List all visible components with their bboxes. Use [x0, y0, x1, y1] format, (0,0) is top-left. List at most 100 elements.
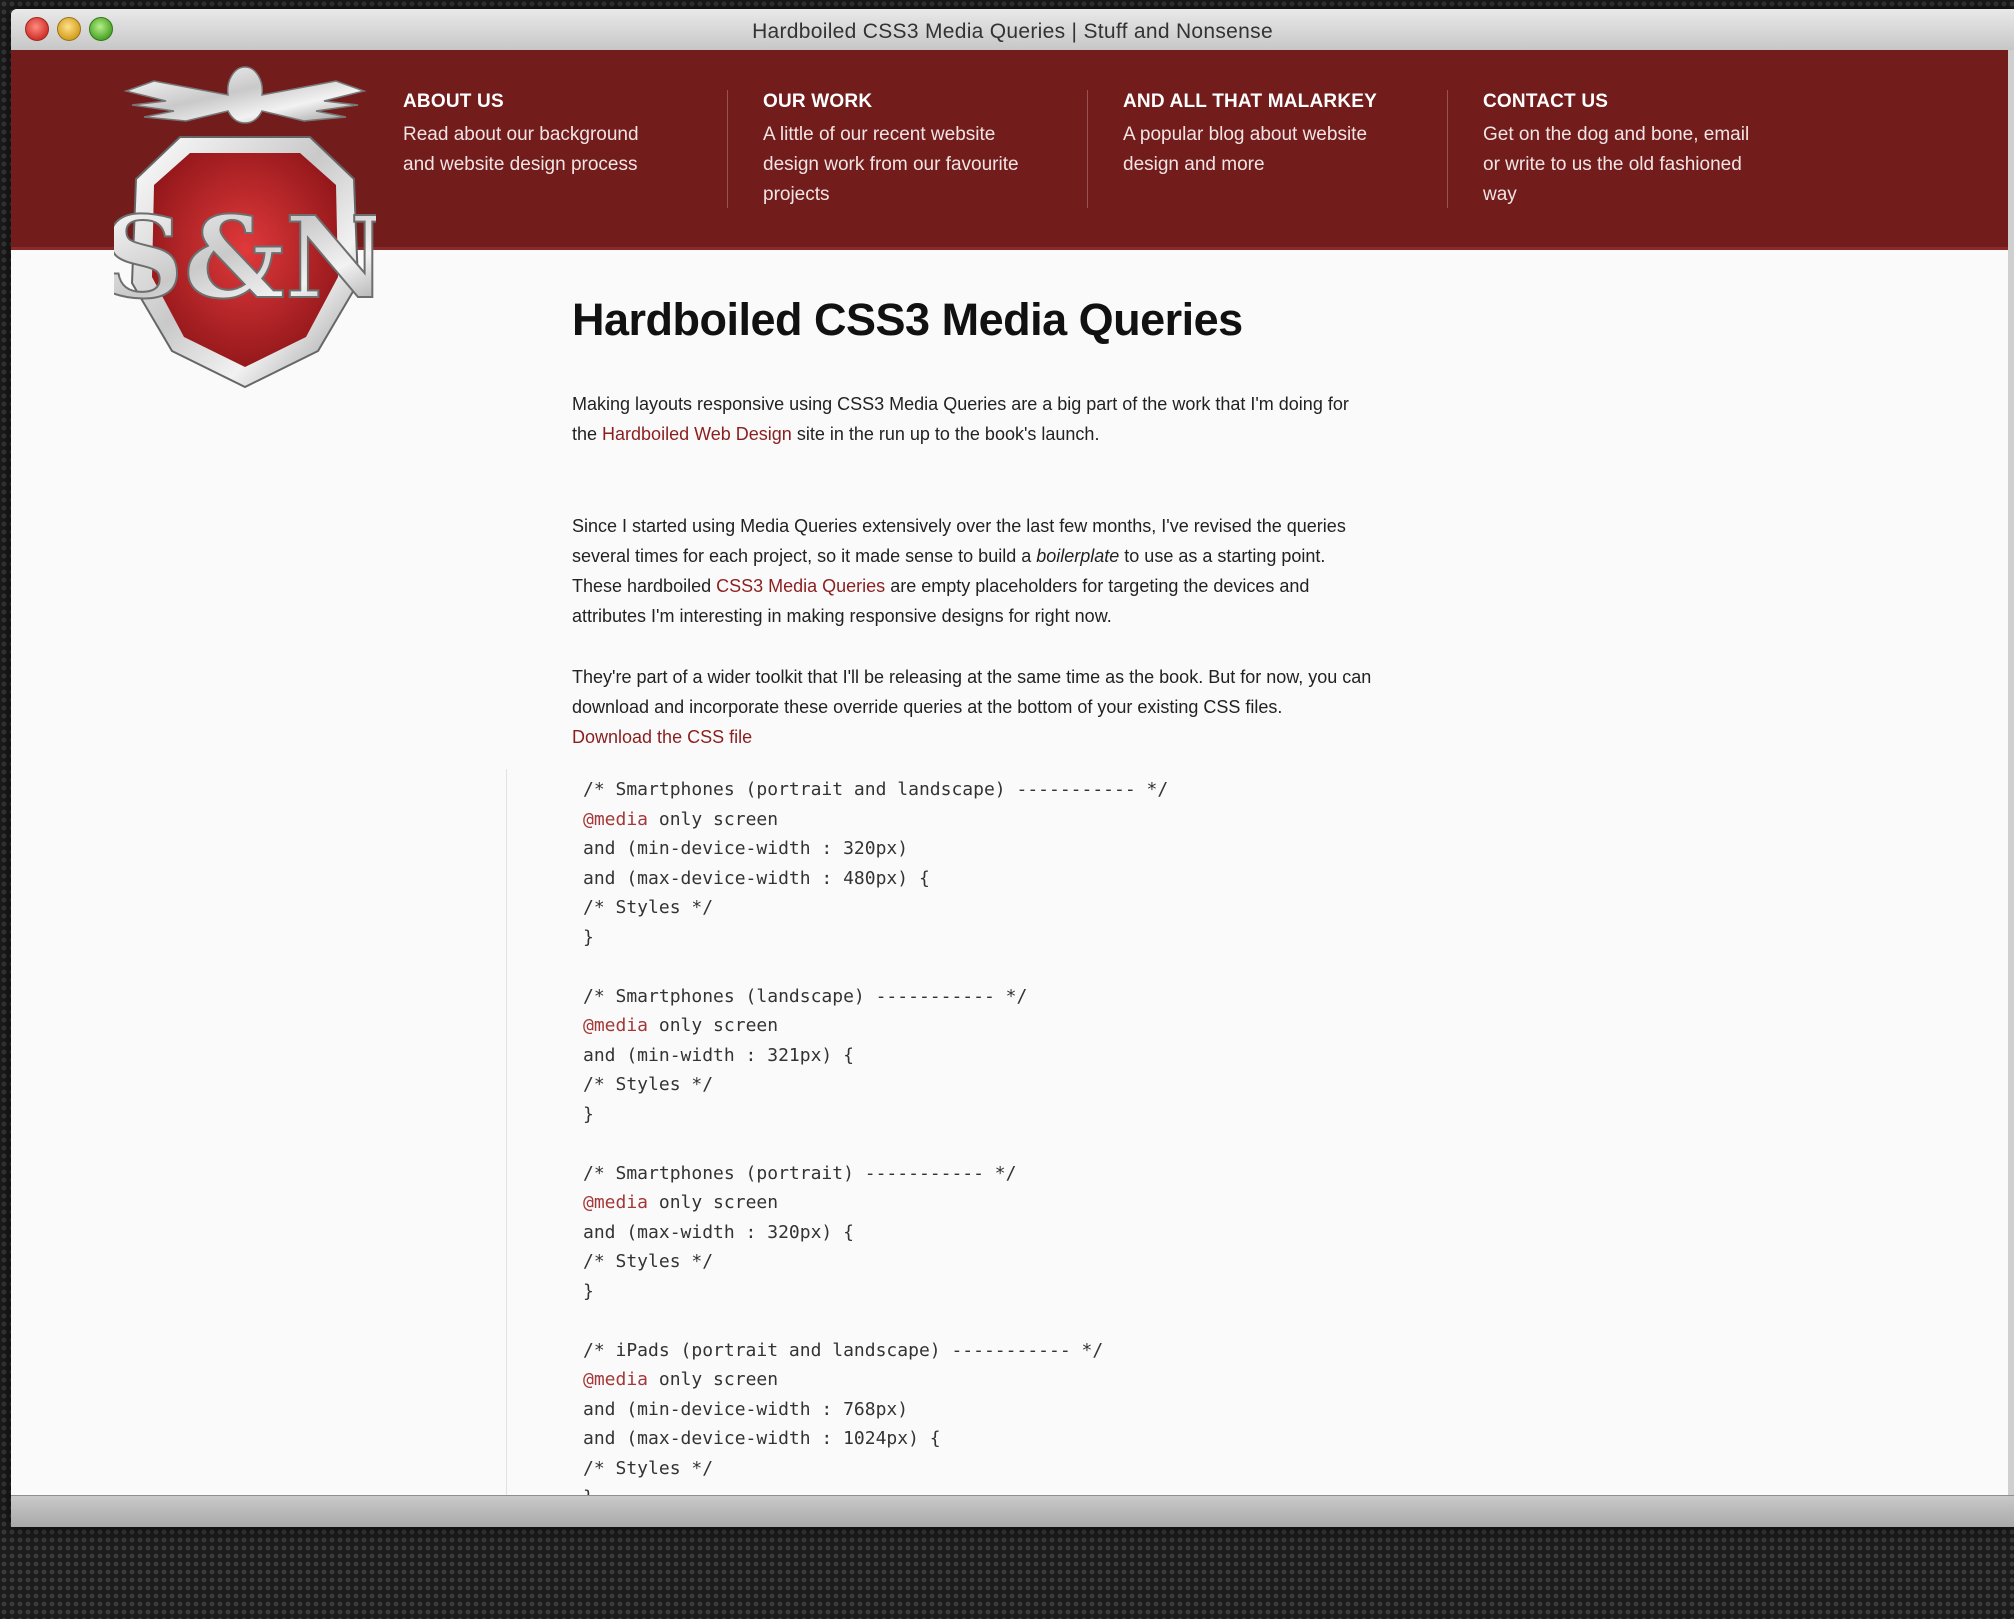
emphasis-text: boilerplate	[1036, 546, 1120, 566]
code-text: and (min-device-width : 320px)	[583, 838, 909, 859]
nav-description-line: Get on the dog and bone, email	[1483, 124, 1750, 145]
code-line: }	[583, 1100, 1168, 1130]
nav-divider	[1447, 90, 1448, 208]
code-text: and (min-width : 321px) {	[583, 1044, 854, 1066]
code-text: }	[583, 926, 594, 948]
code-line: }	[583, 1277, 1168, 1307]
code-line: and (max-width : 320px) {	[583, 1218, 1168, 1248]
code-line: and (max-device-width : 480px) {	[583, 864, 1168, 894]
code-line: /* Styles */	[583, 893, 1168, 923]
code-text: and (min-device-width : 768px)	[583, 1398, 909, 1420]
site-logo[interactable]: S&N	[114, 61, 376, 391]
text-line: They're part of a wider toolkit that I'l…	[572, 667, 1372, 687]
text-line: These hardboiled	[572, 576, 717, 596]
text-line: the	[572, 424, 603, 444]
code-line: /* Smartphones (portrait and landscape) …	[583, 775, 1168, 805]
code-divider	[506, 769, 507, 1509]
download-paragraph: They're part of a wider toolkit that I'l…	[572, 662, 1462, 752]
code-line: @media only screen	[583, 1188, 1168, 1218]
nav-description: Read about our background and website de…	[403, 120, 703, 180]
nav-title[interactable]: ABOUT US	[403, 91, 703, 113]
code-text: /* Smartphones (portrait and landscape) …	[583, 779, 1169, 800]
code-at-rule: @media	[583, 808, 649, 830]
nav-about-us[interactable]: ABOUT US Read about our background and w…	[403, 91, 703, 180]
text-line: Since I started using Media Queries exte…	[572, 516, 1346, 536]
browser-window: Hardboiled CSS3 Media Queries | Stuff an…	[11, 9, 2014, 1527]
nav-contact-us[interactable]: CONTACT US Get on the dog and bone, emai…	[1483, 91, 1783, 210]
nav-description-line: A popular blog about website	[1123, 124, 1368, 145]
nav-description-line: and website design process	[403, 154, 638, 175]
code-text: only screen	[648, 1192, 779, 1213]
code-block: /* Smartphones (portrait and landscape) …	[583, 775, 1168, 1513]
nav-description: Get on the dog and bone, email or write …	[1483, 120, 1783, 210]
nav-title[interactable]: AND ALL THAT MALARKEY	[1123, 91, 1423, 113]
code-line: @media only screen	[583, 1011, 1168, 1041]
nav-description: A little of our recent website design wo…	[763, 120, 1063, 210]
title-bar[interactable]: Hardboiled CSS3 Media Queries | Stuff an…	[11, 9, 2014, 51]
code-text: and (max-device-width : 480px) {	[583, 867, 930, 889]
code-text: /* Smartphones (landscape) ----------- *…	[583, 985, 1028, 1007]
code-text: /* Styles */	[583, 1251, 714, 1272]
nav-malarkey[interactable]: AND ALL THAT MALARKEY A popular blog abo…	[1123, 91, 1423, 180]
nav-description-line: design work from our favourite	[763, 154, 1019, 175]
page-title: Hardboiled CSS3 Media Queries	[572, 294, 1243, 345]
code-line: /* Styles */	[583, 1454, 1168, 1484]
code-text: }	[583, 1103, 594, 1125]
nav-description: A popular blog about website design and …	[1123, 120, 1423, 180]
text-line: attributes I'm interesting in making res…	[572, 606, 1112, 626]
code-line: and (min-device-width : 768px)	[583, 1395, 1168, 1425]
download-css-link[interactable]: Download the CSS file	[572, 727, 752, 747]
nav-divider	[1087, 90, 1088, 208]
code-line: /* Smartphones (portrait) ----------- */	[583, 1159, 1168, 1189]
code-line: and (max-device-width : 1024px) {	[583, 1424, 1168, 1454]
boilerplate-paragraph: Since I started using Media Queries exte…	[572, 511, 1462, 631]
code-text: /* iPads (portrait and landscape) ------…	[583, 1339, 1104, 1361]
text-line: site in the run up to the book's launch.	[791, 424, 1100, 444]
window-title: Hardboiled CSS3 Media Queries | Stuff an…	[752, 20, 1273, 43]
nav-description-line: Read about our background	[403, 124, 639, 145]
code-line: /* Smartphones (landscape) ----------- *…	[583, 982, 1168, 1012]
code-text: /* Smartphones (portrait) ----------- */	[583, 1162, 1017, 1184]
nav-description-line: design and more	[1123, 154, 1265, 175]
nav-description-line: projects	[763, 184, 830, 205]
nav-description-line: or write to us the old fashioned	[1483, 154, 1742, 175]
text-line: download and incorporate these override …	[572, 697, 1283, 717]
window-right-edge	[2008, 50, 2014, 1495]
code-line: }	[583, 923, 1168, 953]
code-line: /* Styles */	[583, 1247, 1168, 1277]
code-text: only screen	[648, 1369, 779, 1390]
code-text: /* Styles */	[583, 1074, 714, 1095]
nav-title[interactable]: CONTACT US	[1483, 91, 1783, 113]
code-at-rule: @media	[583, 1015, 649, 1036]
code-at-rule: @media	[583, 1192, 649, 1213]
text-line: Making layouts responsive using CSS3 Med…	[572, 394, 1349, 414]
logo-monogram: S&N	[114, 193, 376, 324]
wings-ornament	[123, 66, 367, 124]
code-text: and (max-width : 320px) {	[583, 1221, 854, 1243]
code-line: and (min-device-width : 320px)	[583, 834, 1168, 864]
text-line: are empty placeholders for targeting the…	[885, 576, 1310, 596]
code-line: /* Styles */	[583, 1070, 1168, 1100]
code-text: only screen	[648, 1015, 779, 1036]
nav-our-work[interactable]: OUR WORK A little of our recent website …	[763, 91, 1063, 210]
status-bar	[11, 1495, 2014, 1527]
nav-title[interactable]: OUR WORK	[763, 91, 1063, 113]
code-line: @media only screen	[583, 1365, 1168, 1395]
text-line: several times for each project, so it ma…	[572, 546, 1037, 566]
code-at-rule: @media	[583, 1369, 649, 1390]
css3-media-queries-link[interactable]: CSS3 Media Queries	[716, 576, 885, 596]
text-line: to use as a starting point.	[1119, 546, 1326, 566]
code-line: @media only screen	[583, 805, 1168, 835]
nav-divider	[727, 90, 728, 208]
code-line: /* iPads (portrait and landscape) ------…	[583, 1336, 1168, 1366]
code-text: only screen	[648, 808, 779, 830]
nav-description-line: A little of our recent website	[763, 124, 996, 145]
code-text: and (max-device-width : 1024px) {	[583, 1428, 941, 1449]
code-text: /* Styles */	[583, 1457, 714, 1479]
code-text: /* Styles */	[583, 897, 714, 918]
code-text: }	[583, 1280, 594, 1302]
hardboiled-web-design-link[interactable]: Hardboiled Web Design	[602, 424, 792, 444]
